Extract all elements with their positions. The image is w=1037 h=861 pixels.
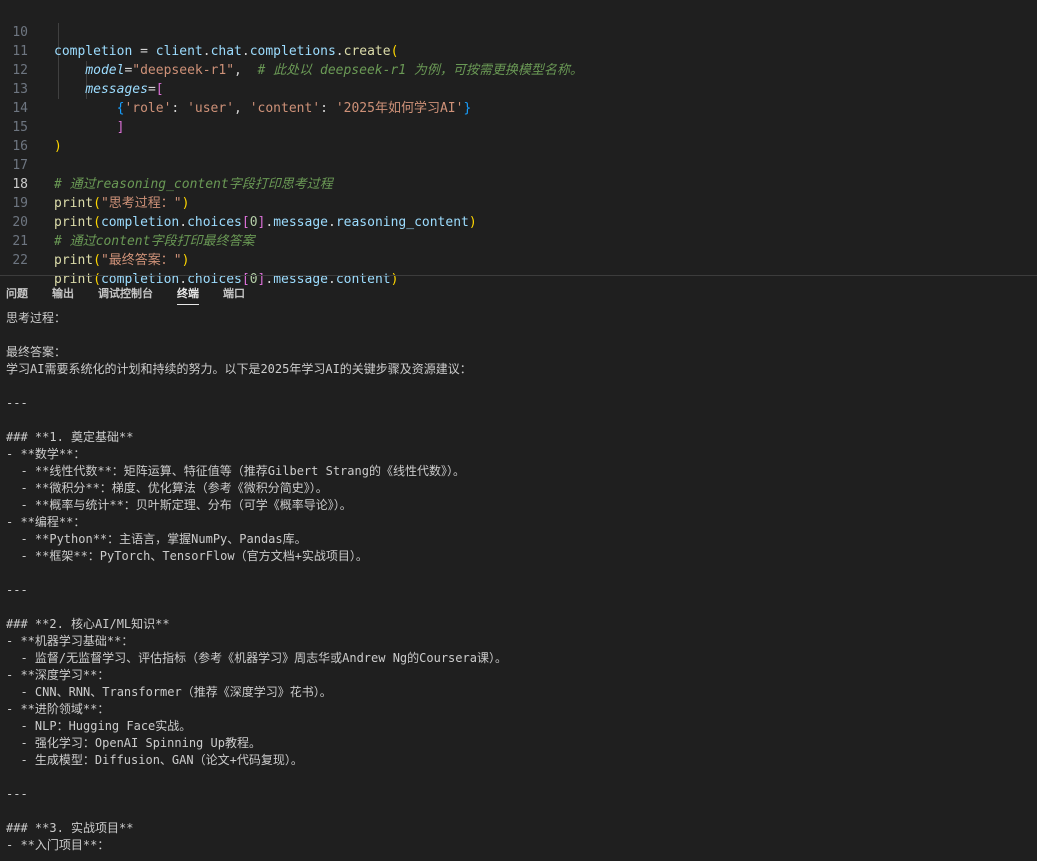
terminal-line: --- <box>6 787 28 801</box>
code-line: 20 # 通过content字段打印最终答案 <box>0 194 1037 249</box>
code-line: 12 messages=[ <box>0 42 1037 97</box>
terminal-line: - **Python**：主语言，掌握NumPy、Pandas库。 <box>6 532 307 546</box>
terminal-line: --- <box>6 583 28 597</box>
terminal-line: - 生成模型：Diffusion、GAN（论文+代码复现）。 <box>6 753 303 767</box>
terminal-line: --- <box>6 396 28 410</box>
tab-debug-console[interactable]: 调试控制台 <box>98 287 153 307</box>
terminal-line: - **数学**： <box>6 447 86 461</box>
terminal-line: - NLP：Hugging Face实战。 <box>6 719 192 733</box>
code-line: 16 <box>0 118 1037 154</box>
code-line: 10 completion = client.chat.completions.… <box>0 4 1037 59</box>
terminal-line: - CNN、RNN、Transformer（推荐《深度学习》花书）。 <box>6 685 332 699</box>
terminal-line: ### **1. 奠定基础** <box>6 430 134 444</box>
terminal-line: ### **2. 核心AI/ML知识** <box>6 617 170 631</box>
line-number: 22 <box>12 253 28 268</box>
terminal-line: - 监督/无监督学习、评估指标（参考《机器学习》周志华或Andrew Ng的Co… <box>6 651 507 665</box>
terminal-line: - **概率与统计**：贝叶斯定理、分布（可学《概率导论》）。 <box>6 498 352 512</box>
code-editor[interactable]: 10 completion = client.chat.completions.… <box>0 0 1037 287</box>
code-line: 21 print("最终答案：") <box>0 213 1037 268</box>
terminal-line: 学习AI需要系统化的计划和持续的努力。以下是2025年学习AI的关键步骤及资源建… <box>6 362 472 376</box>
code-line: 13 {'role': 'user', 'content': '2025年如何学… <box>0 61 1037 116</box>
tab-ports[interactable]: 端口 <box>223 287 245 307</box>
terminal-line: - **微积分**：梯度、优化算法（参考《微积分简史》）。 <box>6 481 328 495</box>
code-line: 22 print(completion.choices[0].message.c… <box>0 232 1037 287</box>
panel-tab-bar: 问题 输出 调试控制台 终端 端口 <box>0 276 1037 308</box>
code-line: 17 # 通过reasoning_content字段打印思考过程 <box>0 137 1037 192</box>
tab-terminal[interactable]: 终端 <box>177 287 199 307</box>
terminal-line: 思考过程： <box>6 311 67 325</box>
code-line: 11 model="deepseek-r1", # 此处以 deepseek-r… <box>0 23 1037 78</box>
terminal-line: - **深度学习**： <box>6 668 110 682</box>
code-line: 18 print("思考过程：") <box>0 156 1037 211</box>
terminal-line: - **机器学习基础**： <box>6 634 134 648</box>
code-line: 15 ) <box>0 99 1037 154</box>
terminal-line: - **进阶领域**： <box>6 702 110 716</box>
code-line: 14 ] <box>0 80 1037 135</box>
terminal-line: 最终答案： <box>6 345 67 359</box>
terminal-line: - 强化学习：OpenAI Spinning Up教程。 <box>6 736 261 750</box>
terminal-line: - **线性代数**：矩阵运算、特征值等（推荐Gilbert Strang的《线… <box>6 464 465 478</box>
terminal-line: ### **3. 实战项目** <box>6 821 134 835</box>
tab-problems[interactable]: 问题 <box>6 287 28 307</box>
terminal-output[interactable]: 思考过程： 最终答案： 学习AI需要系统化的计划和持续的努力。以下是2025年学习A… <box>0 309 1037 861</box>
terminal-line: - **框架**：PyTorch、TensorFlow（官方文档+实战项目）。 <box>6 549 368 563</box>
terminal-line: - **入门项目**： <box>6 838 110 852</box>
tab-output[interactable]: 输出 <box>52 287 74 307</box>
code-line: 19 print(completion.choices[0].message.r… <box>0 175 1037 230</box>
terminal-line: - **编程**： <box>6 515 86 529</box>
